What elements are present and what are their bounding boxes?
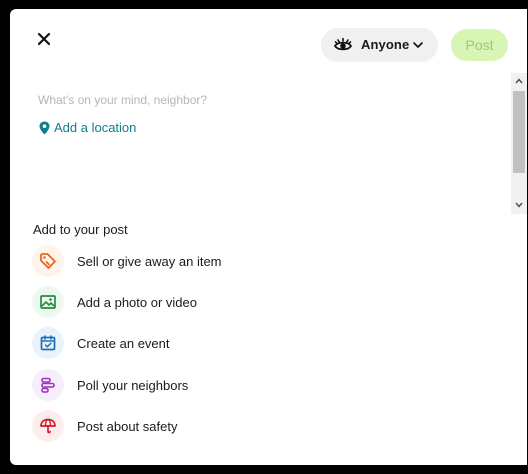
add-to-post-heading: Add to your post <box>33 222 128 237</box>
audience-selector[interactable]: Anyone <box>321 28 438 62</box>
create-event-label: Create an event <box>77 335 170 351</box>
add-location-label: Add a location <box>54 120 137 135</box>
sell-item-option[interactable]: Sell or give away an item <box>32 243 502 279</box>
add-location-link[interactable]: Add a location <box>39 120 136 135</box>
safety-label: Post about safety <box>77 418 178 434</box>
scrollbar-thumb[interactable] <box>513 91 525 173</box>
create-post-dialog: Anyone Post Add a location Add to your p… <box>10 9 527 465</box>
post-text-input[interactable] <box>38 91 478 109</box>
scroll-down-arrow-icon[interactable] <box>515 201 523 209</box>
poll-icon <box>41 377 55 393</box>
add-photo-option[interactable]: Add a photo or video <box>32 284 502 320</box>
tag-icon <box>40 253 56 269</box>
poll-label: Poll your neighbors <box>77 377 189 393</box>
eye-icon <box>333 37 353 51</box>
map-pin-icon <box>39 121 50 134</box>
composer: Add a location <box>38 91 488 201</box>
post-button[interactable]: Post <box>451 29 508 61</box>
calendar-icon <box>40 335 56 351</box>
scroll-up-arrow-icon[interactable] <box>515 77 523 85</box>
poll-option[interactable]: Poll your neighbors <box>32 367 502 403</box>
safety-option[interactable]: Post about safety <box>32 408 502 444</box>
close-button[interactable] <box>36 31 52 47</box>
close-icon <box>37 32 51 46</box>
audience-label: Anyone <box>361 37 410 52</box>
sell-item-label: Sell or give away an item <box>77 253 222 269</box>
create-event-option[interactable]: Create an event <box>32 325 502 361</box>
add-photo-label: Add a photo or video <box>77 294 197 310</box>
composer-scrollbar[interactable] <box>511 73 527 214</box>
umbrella-icon <box>40 418 56 434</box>
chevron-down-icon <box>413 42 423 48</box>
photo-icon <box>40 295 56 309</box>
